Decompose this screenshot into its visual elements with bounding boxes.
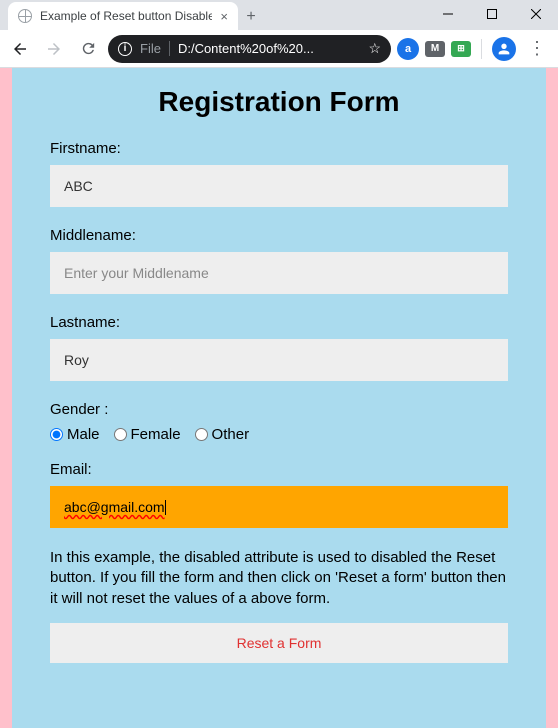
page-title: Registration Form (50, 86, 508, 118)
gender-other-label: Other (212, 426, 250, 443)
gender-other-radio[interactable] (195, 428, 208, 441)
middlename-label: Middlename: (50, 227, 508, 244)
middlename-input[interactable] (50, 252, 508, 294)
window-titlebar: Example of Reset button Disable × + (0, 0, 558, 30)
extension-m-icon[interactable]: M (425, 41, 445, 57)
url-path: D:/Content%20of%20... (178, 41, 360, 56)
email-value: abc@gmail.com (64, 499, 165, 515)
bookmark-icon[interactable]: ☆ (368, 40, 381, 57)
close-window-button[interactable] (514, 0, 558, 28)
profile-avatar[interactable] (492, 37, 516, 61)
browser-tab[interactable]: Example of Reset button Disable × (8, 2, 238, 30)
page-viewport: Registration Form Firstname: Middlename:… (0, 68, 558, 728)
tab-title: Example of Reset button Disable (40, 9, 212, 23)
reload-button[interactable] (74, 35, 102, 63)
lastname-label: Lastname: (50, 314, 508, 331)
close-tab-icon[interactable]: × (220, 9, 228, 24)
toolbar-divider (481, 39, 482, 59)
extension-a-icon[interactable]: a (397, 38, 419, 60)
reset-button[interactable]: Reset a Form (50, 623, 508, 663)
back-button[interactable] (6, 35, 34, 63)
browser-toolbar: i File D:/Content%20of%20... ☆ a M ⊞ ⋮ (0, 30, 558, 68)
gender-other-option[interactable]: Other (195, 426, 250, 443)
minimize-button[interactable] (426, 0, 470, 28)
gender-male-radio[interactable] (50, 428, 63, 441)
firstname-label: Firstname: (50, 140, 508, 157)
gender-label: Gender : (50, 401, 508, 418)
globe-icon (18, 9, 32, 23)
gender-male-option[interactable]: Male (50, 426, 100, 443)
gender-male-label: Male (67, 426, 100, 443)
gender-female-option[interactable]: Female (114, 426, 181, 443)
extension-g-icon[interactable]: ⊞ (451, 41, 471, 57)
lastname-input[interactable] (50, 339, 508, 381)
gender-female-radio[interactable] (114, 428, 127, 441)
description-text: In this example, the disabled attribute … (50, 548, 508, 609)
new-tab-button[interactable]: + (238, 4, 264, 30)
page-body: Registration Form Firstname: Middlename:… (12, 68, 546, 728)
text-caret (165, 500, 166, 515)
maximize-button[interactable] (470, 0, 514, 28)
window-controls (426, 0, 558, 28)
email-label: Email: (50, 461, 508, 478)
firstname-input[interactable] (50, 165, 508, 207)
info-icon: i (118, 42, 132, 56)
email-input[interactable]: abc@gmail.com (50, 486, 508, 528)
gender-female-label: Female (131, 426, 181, 443)
gender-radio-group: Male Female Other (50, 426, 508, 443)
address-bar[interactable]: i File D:/Content%20of%20... ☆ (108, 35, 391, 63)
forward-button[interactable] (40, 35, 68, 63)
url-scheme: File (140, 41, 170, 56)
menu-button[interactable]: ⋮ (522, 38, 552, 59)
